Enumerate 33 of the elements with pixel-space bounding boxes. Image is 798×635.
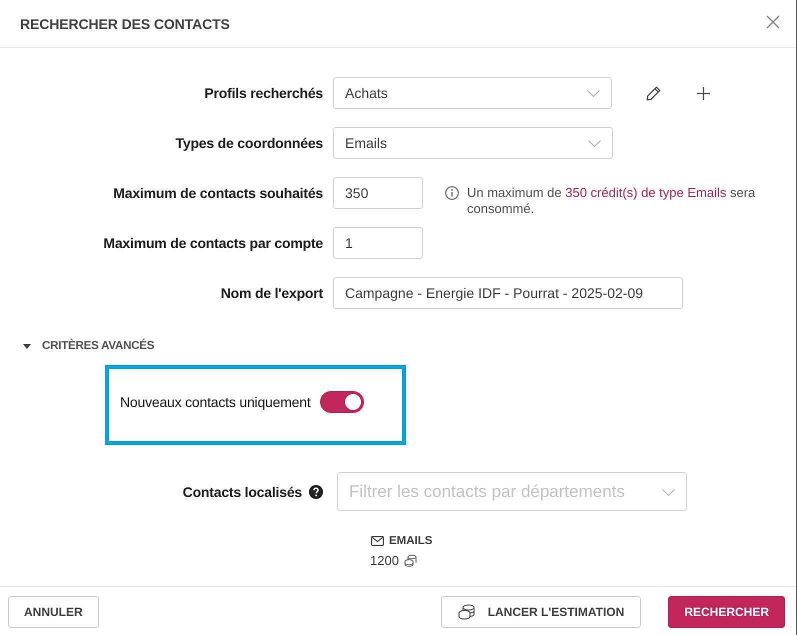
credit-count: 1200 xyxy=(370,553,399,568)
department-select[interactable]: Filtrer les contacts par départements xyxy=(337,472,687,511)
envelope-icon xyxy=(371,536,384,546)
field-label: Maximum de contacts souhaités xyxy=(112,185,324,201)
coins-icon xyxy=(404,554,417,567)
credit-hint: Un maximum de 350 crédit(s) de type Emails sera consommé. xyxy=(467,185,756,217)
cancel-button[interactable]: ANNULER xyxy=(8,596,99,628)
chevron-icon xyxy=(588,140,601,147)
field-label: Contacts localisés xyxy=(182,484,302,500)
chevron-icon xyxy=(662,488,675,496)
add-icon[interactable] xyxy=(697,86,710,100)
info-icon xyxy=(445,186,459,200)
field-label: Types de coordonnées xyxy=(174,135,324,151)
input-field[interactable]: Campagne - Energie IDF - Pourrat - 2025-02-09 xyxy=(333,277,683,309)
dialog-title: RECHERCHER DES CONTACTS xyxy=(20,16,230,32)
chevron-icon xyxy=(587,90,600,97)
close-icon[interactable] xyxy=(766,14,780,28)
toggle-label: Nouveaux contacts uniquement xyxy=(120,394,311,410)
edit-icon[interactable] xyxy=(646,86,661,100)
estimate-button[interactable]: LANCER L'ESTIMATION xyxy=(440,596,642,628)
input-field[interactable]: 1 xyxy=(333,227,423,259)
input-field[interactable]: 350 xyxy=(333,177,423,209)
help-icon xyxy=(309,484,323,498)
toggle-switch[interactable] xyxy=(320,391,364,413)
field-label: Maximum de contacts par compte xyxy=(102,235,324,251)
field-label: Profils recherchés xyxy=(203,85,324,101)
summary-title: EMAILS xyxy=(389,535,432,547)
section-toggle[interactable]: CRITÈRES AVANCÉS xyxy=(23,340,154,352)
field-label: Nom de l'export xyxy=(220,285,324,301)
dropdown-field[interactable]: Emails xyxy=(333,127,613,159)
search-button[interactable]: RECHERCHER xyxy=(668,596,785,628)
coins-icon xyxy=(458,604,475,620)
dropdown-field[interactable]: Achats xyxy=(333,77,612,109)
